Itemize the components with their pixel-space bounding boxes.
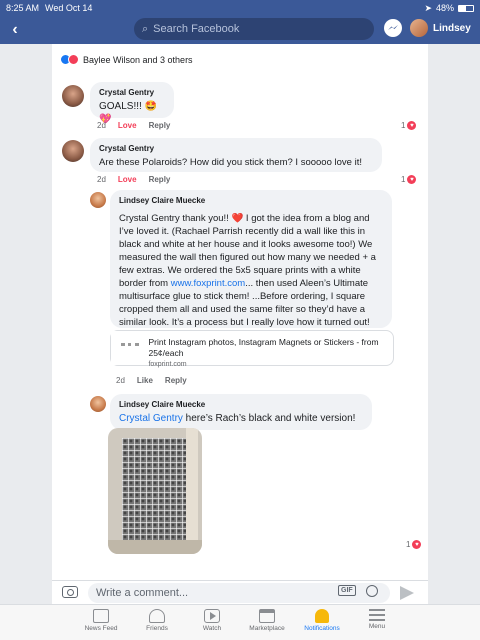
reply-time: 2d (116, 376, 125, 385)
tab-news-feed[interactable]: News Feed (77, 609, 125, 632)
search-icon: ⌕ (142, 22, 149, 35)
search-input[interactable] (153, 23, 354, 35)
tab-friends[interactable]: Friends (133, 609, 181, 632)
love-button[interactable]: Love (118, 121, 137, 130)
battery-level-fill (459, 5, 466, 11)
love-button[interactable]: Love (118, 175, 137, 184)
camera-icon[interactable] (62, 586, 78, 598)
bottom-tab-bar: News Feed Friends Watch Marketplace Noti… (0, 604, 480, 640)
reply-author[interactable]: Lindsey Claire Muecke (119, 400, 363, 409)
friends-icon (149, 609, 165, 623)
foxprint-link[interactable]: www.foxprint.com (171, 278, 245, 289)
marketplace-icon (259, 609, 275, 623)
battery-icon (458, 4, 474, 12)
profile-shortcut[interactable]: Lindsey (410, 19, 471, 37)
photo-wall-texture (122, 438, 192, 554)
comment-author[interactable]: Crystal Gentry (99, 144, 373, 153)
comment-actions: 2d Love Reply (97, 121, 170, 130)
battery-percent: 48% (435, 3, 454, 13)
mention-link[interactable]: Crystal Gentry (119, 413, 183, 424)
send-icon[interactable] (400, 586, 414, 600)
reaction-count-value: 1 (401, 121, 406, 130)
menu-icon (369, 609, 385, 621)
reaction-count[interactable]: 1 ♥ (401, 175, 417, 184)
avatar (410, 19, 428, 37)
reaction-count[interactable]: 1 ♥ (401, 121, 417, 130)
facebook-comments-screen: 8:25 AM Wed Oct 14 ➤ 48% ‹ ⌕ Lindsey Bay… (0, 0, 480, 640)
status-time: 8:25 AM (6, 3, 40, 13)
comments-panel: Baylee Wilson and 3 others Crystal Gentr… (52, 44, 428, 580)
search-box[interactable]: ⌕ (134, 18, 374, 40)
comment-composer: GIF (52, 580, 428, 604)
reaction-count-value: 1 (406, 540, 411, 549)
gif-button[interactable]: GIF (338, 585, 356, 596)
heart-icon: ♥ (407, 175, 417, 184)
tab-label: News Feed (84, 625, 118, 632)
comment-input[interactable] (96, 587, 296, 599)
reply-text: Crystal Gentry here’s Rach’s black and w… (119, 412, 363, 425)
wall-photo[interactable] (108, 428, 202, 554)
reply-button[interactable]: Reply (149, 121, 171, 130)
comment-text: Are these Polaroids? How did you stick t… (99, 157, 362, 168)
emoji-icon[interactable] (366, 585, 378, 597)
reply-bubble: Lindsey Claire Muecke Crystal Gentry her… (110, 394, 372, 430)
link-preview-domain: foxprint.com (148, 361, 187, 368)
chevron-left-icon[interactable]: ‹ (0, 16, 30, 44)
link-preview-thumbnail (111, 331, 149, 365)
reaction-count-value: 1 (401, 175, 406, 184)
photo-floor (108, 540, 202, 554)
love-reaction-icon (68, 54, 79, 65)
tab-menu[interactable]: Menu (353, 609, 401, 630)
reply-button[interactable]: Reply (165, 376, 187, 385)
reactions-text: Baylee Wilson and 3 others (83, 54, 193, 65)
tab-marketplace[interactable]: Marketplace (243, 609, 291, 632)
notifications-bell-icon (315, 609, 329, 623)
tab-watch[interactable]: Watch (188, 609, 236, 632)
photo-doorframe (186, 428, 198, 554)
news-feed-icon (93, 609, 109, 623)
tab-label: Friends (146, 625, 168, 632)
comment-actions: 2d Love Reply (97, 175, 170, 184)
reply-button[interactable]: Reply (149, 175, 171, 184)
comment-time: 2d (97, 175, 106, 184)
reaction-count[interactable]: 1 ♥ (406, 540, 422, 549)
status-bar: 8:25 AM Wed Oct 14 ➤ 48% (0, 0, 480, 16)
reply-text-part: here’s Rach’s black and white version! (182, 413, 356, 424)
comment-time: 2d (97, 121, 106, 130)
link-preview-card[interactable]: Print Instagram photos, Instagram Magnet… (110, 330, 394, 368)
status-date: Wed Oct 14 (45, 3, 93, 13)
tab-label: Notifications (304, 625, 340, 632)
tab-label: Watch (202, 625, 222, 632)
reply-actions: 2d Like Reply (116, 376, 187, 385)
avatar[interactable] (90, 396, 106, 412)
link-preview-title: Print Instagram photos, Instagram Magnet… (148, 337, 379, 358)
watch-icon (204, 609, 220, 623)
avatar[interactable] (62, 85, 84, 107)
tab-label: Marketplace (249, 625, 285, 632)
heart-icon: ♥ (412, 540, 422, 549)
avatar[interactable] (90, 192, 106, 208)
reply-author[interactable]: Lindsey Claire Muecke (119, 196, 383, 205)
reply-text: Crystal Gentry thank you!! ❤️ I got the … (119, 212, 383, 329)
tab-label: Menu (368, 623, 386, 630)
comment-author[interactable]: Crystal Gentry (99, 88, 165, 97)
comment-bubble: Crystal Gentry Are these Polaroids? How … (90, 138, 382, 172)
tab-notifications[interactable]: Notifications (298, 609, 346, 632)
location-icon: ➤ (424, 2, 432, 13)
profile-name: Lindsey (433, 22, 471, 34)
comment-bubble: Crystal Gentry GOALS!!! 🤩💖 (90, 82, 174, 125)
avatar[interactable] (62, 140, 84, 162)
top-navigation-bar: ‹ ⌕ Lindsey (0, 16, 480, 44)
reactions-summary[interactable]: Baylee Wilson and 3 others (60, 54, 193, 65)
messenger-icon[interactable] (384, 19, 402, 37)
heart-icon: ♥ (407, 121, 417, 130)
reply-bubble: Lindsey Claire Muecke Crystal Gentry tha… (110, 190, 392, 328)
like-button[interactable]: Like (137, 376, 153, 385)
